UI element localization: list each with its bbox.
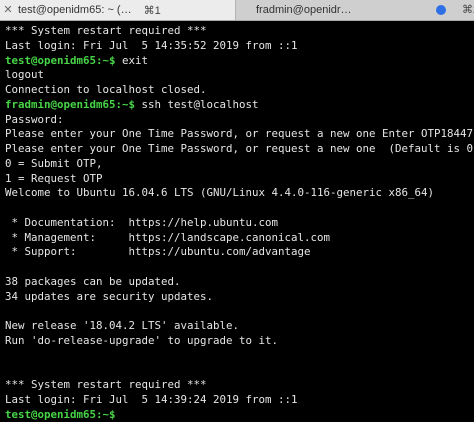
tab-title: test@openidm65: ~ (…: [18, 4, 132, 16]
tab-fradmin-openidm[interactable]: fradmin@openidr… ⌘2: [236, 0, 474, 20]
terminal-line: Connection to localhost closed.: [5, 83, 474, 98]
tab-shortcut: ⌘2: [462, 3, 474, 16]
terminal-text: logout: [5, 68, 44, 81]
terminal-text: 0 = Submit OTP,: [5, 157, 103, 170]
terminal-line: New release '18.04.2 LTS' available.: [5, 319, 474, 334]
tab-test-openidm65[interactable]: ✕ test@openidm65: ~ (… ⌘1: [0, 0, 236, 20]
terminal-text: exit: [116, 54, 149, 67]
terminal-text: 34 updates are security updates.: [5, 290, 213, 303]
shell-prompt: test@openidm65:~$: [5, 54, 116, 67]
terminal-line: Password:: [5, 113, 474, 128]
terminal-line: *** System restart required ***: [5, 378, 474, 393]
terminal-text: Please enter your One Time Password, or …: [5, 127, 474, 140]
terminal-text: Password:: [5, 113, 64, 126]
terminal-line: test@openidm65:~$: [5, 408, 474, 422]
terminal-line: [5, 349, 474, 364]
terminal-text: ssh test@localhost: [135, 98, 259, 111]
terminal-line: 1 = Request OTP: [5, 172, 474, 187]
tab-shortcut: ⌘1: [144, 4, 161, 17]
terminal-line: Last login: Fri Jul 5 14:35:52 2019 from…: [5, 39, 474, 54]
close-icon[interactable]: ✕: [2, 4, 14, 16]
terminal-line: [5, 363, 474, 378]
terminal-text: 38 packages can be updated.: [5, 275, 181, 288]
terminal-line: fradmin@openidm65:~$ ssh test@localhost: [5, 98, 474, 113]
terminal-line: Last login: Fri Jul 5 14:39:24 2019 from…: [5, 393, 474, 408]
terminal-line: * Documentation: https://help.ubuntu.com: [5, 216, 474, 231]
terminal-line: * Management: https://landscape.canonica…: [5, 231, 474, 246]
terminal-line: Run 'do-release-upgrade' to upgrade to i…: [5, 334, 474, 349]
terminal-text: *** System restart required ***: [5, 378, 207, 391]
terminal-line: Welcome to Ubuntu 16.04.6 LTS (GNU/Linux…: [5, 186, 474, 201]
activity-dot-icon: [436, 5, 446, 15]
tab-title: fradmin@openidr…: [256, 4, 352, 16]
terminal-line: test@openidm65:~$ exit: [5, 54, 474, 69]
terminal-line: [5, 201, 474, 216]
terminal-text: Please enter your One Time Password, or …: [5, 142, 474, 155]
terminal-text: Last login: Fri Jul 5 14:35:52 2019 from…: [5, 39, 298, 52]
terminal-text: * Support: https://ubuntu.com/advantage: [5, 245, 311, 258]
terminal-text: *** System restart required ***: [5, 24, 207, 37]
shell-prompt: test@openidm65:~$: [5, 408, 116, 421]
terminal-text: Run 'do-release-upgrade' to upgrade to i…: [5, 334, 278, 347]
terminal-line: Please enter your One Time Password, or …: [5, 127, 474, 142]
terminal-line: [5, 260, 474, 275]
terminal-line: [5, 304, 474, 319]
terminal-line: 0 = Submit OTP,: [5, 157, 474, 172]
terminal-line: * Support: https://ubuntu.com/advantage: [5, 245, 474, 260]
terminal-output[interactable]: *** System restart required *** Last logi…: [5, 24, 474, 403]
shell-prompt: fradmin@openidm65:~$: [5, 98, 135, 111]
terminal-text: Welcome to Ubuntu 16.04.6 LTS (GNU/Linux…: [5, 186, 434, 199]
terminal-text: 1 = Request OTP: [5, 172, 103, 185]
terminal-line: logout: [5, 68, 474, 83]
terminal-line: 34 updates are security updates.: [5, 290, 474, 305]
terminal-text: Connection to localhost closed.: [5, 83, 207, 96]
tab-bar: ✕ test@openidm65: ~ (… ⌘1 fradmin@openid…: [0, 0, 474, 21]
terminal-line: 38 packages can be updated.: [5, 275, 474, 290]
terminal-line: Please enter your One Time Password, or …: [5, 142, 474, 157]
terminal-text: * Documentation: https://help.ubuntu.com: [5, 216, 278, 229]
terminal-line: *** System restart required ***: [5, 24, 474, 39]
terminal-text: Last login: Fri Jul 5 14:39:24 2019 from…: [5, 393, 298, 406]
terminal-text: * Management: https://landscape.canonica…: [5, 231, 330, 244]
terminal-text: New release '18.04.2 LTS' available.: [5, 319, 239, 332]
